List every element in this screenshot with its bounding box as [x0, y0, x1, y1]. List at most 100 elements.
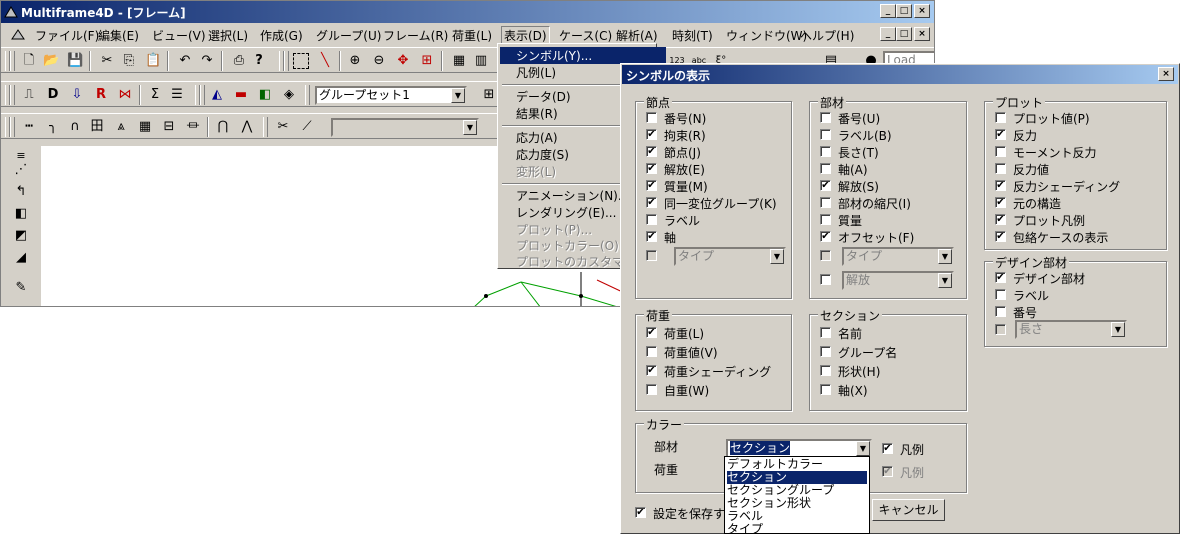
menu-group[interactable]: グループ(U) — [316, 27, 381, 44]
mdi-close-button[interactable]: × — [914, 27, 930, 41]
checkbox-box[interactable] — [995, 289, 1006, 300]
chevron-down-icon[interactable]: ▼ — [451, 88, 465, 103]
checkbox-box[interactable]: ✔ — [646, 163, 657, 174]
view-result-icon[interactable]: R — [93, 87, 109, 103]
paste-icon[interactable]: 📋 — [145, 53, 161, 69]
checkbox-box[interactable]: ✔ — [995, 214, 1006, 225]
menu-item-data[interactable]: データ(D) — [516, 88, 571, 105]
tool-skew-icon[interactable]: ◩ — [13, 228, 29, 244]
group-set-combo[interactable]: グループセット1 ▼ — [315, 86, 467, 105]
list-option-type[interactable]: タイプ — [727, 523, 763, 534]
render-solid-icon[interactable]: ◈ — [281, 87, 297, 103]
toolbar-grip[interactable] — [10, 117, 15, 137]
zoom-out-icon[interactable]: ⊖ — [371, 53, 387, 69]
checkbox-box[interactable] — [646, 346, 657, 357]
undo-icon[interactable]: ↶ — [177, 53, 193, 69]
menu-item-stress[interactable]: 応力(A) — [516, 129, 558, 146]
open-folder-icon[interactable]: 📂 — [43, 53, 59, 69]
draw-beam-icon[interactable]: ⊟ — [161, 119, 177, 135]
select-line-icon[interactable]: ╲ — [317, 53, 333, 69]
mdi-minimize-button[interactable]: _ — [880, 27, 896, 41]
menu-item-stress-level[interactable]: 応力度(S) — [516, 146, 569, 163]
checkbox-box[interactable]: ✔ — [995, 272, 1006, 283]
checkbox-box[interactable]: ✔ — [882, 443, 893, 454]
checkbox-box[interactable] — [646, 214, 657, 225]
checkbox-box[interactable]: ✔ — [646, 231, 657, 242]
menu-item-result[interactable]: 結果(R) — [516, 105, 558, 122]
menu-time[interactable]: 時刻(T) — [672, 27, 713, 44]
chevron-down-icon[interactable]: ▼ — [463, 120, 477, 135]
draw-portal-icon[interactable]: ⋂ — [215, 119, 231, 135]
copy-icon[interactable]: ⎘ — [121, 53, 137, 69]
checkbox-box[interactable]: ✔ — [635, 507, 646, 518]
checkbox-box[interactable] — [820, 112, 831, 123]
frame-grid-icon[interactable]: ▦ — [451, 53, 467, 69]
menu-help[interactable]: ヘルプ(H) — [800, 27, 854, 44]
menu-view[interactable]: ビュー(V) — [152, 27, 206, 44]
draw-arc-icon[interactable]: ∩ — [67, 119, 83, 135]
checkbox-box[interactable] — [820, 274, 831, 285]
draw-curved-icon[interactable]: ╮ — [45, 119, 61, 135]
draw-member-icon[interactable]: ┅ — [21, 119, 37, 135]
tool-mirror-icon[interactable]: ◧ — [13, 206, 29, 222]
draw-roof-icon[interactable]: ⋀ — [239, 119, 255, 135]
checkbox-box[interactable] — [820, 146, 831, 157]
menu-edit[interactable]: 編集(E) — [98, 27, 139, 44]
toolbar-grip[interactable] — [263, 117, 268, 137]
checkbox-box[interactable]: ✔ — [820, 180, 831, 191]
checkbox-box[interactable] — [995, 146, 1006, 157]
toolbar-grip[interactable] — [284, 51, 289, 71]
cut-icon[interactable]: ✂ — [99, 53, 115, 69]
close-button[interactable]: × — [914, 4, 930, 18]
view-load-icon[interactable]: ⇩ — [69, 87, 85, 103]
checkbox-box[interactable] — [820, 197, 831, 208]
checkbox-box[interactable]: ✔ — [646, 327, 657, 338]
pan-icon[interactable]: ✥ — [395, 53, 411, 69]
mdi-doc-icon[interactable] — [11, 29, 25, 41]
checkbox-box[interactable] — [646, 384, 657, 395]
checkbox-box[interactable]: ✔ — [995, 180, 1006, 191]
menu-select[interactable]: 選択(L) — [208, 27, 248, 44]
draw-slab-icon[interactable]: ⏛ — [185, 119, 201, 135]
draw-truss-icon[interactable]: ⩓ — [113, 119, 129, 135]
menu-item-legend[interactable]: 凡例(L) — [516, 64, 556, 81]
checkbox-box[interactable] — [820, 384, 831, 395]
select-rectangle-icon[interactable] — [293, 53, 309, 69]
checkbox-box[interactable] — [820, 346, 831, 357]
tool-plane-icon[interactable]: ◢ — [13, 250, 29, 266]
checkbox-box[interactable]: ✔ — [646, 197, 657, 208]
sum-icon[interactable]: Σ — [147, 87, 163, 103]
chevron-down-icon[interactable]: ▼ — [856, 441, 870, 456]
checkbox-box[interactable] — [820, 365, 831, 376]
draw-type-combo[interactable]: ▼ — [331, 118, 479, 137]
checkbox-box[interactable]: ✔ — [646, 146, 657, 157]
checkbox-box[interactable]: ✔ — [820, 231, 831, 242]
checkbox-box[interactable]: ✔ — [646, 129, 657, 140]
menu-item-symbol[interactable]: シンボル(Y)... — [500, 47, 666, 64]
checkbox-box[interactable]: ✔ — [995, 197, 1006, 208]
save-icon[interactable]: 💾 — [67, 53, 83, 69]
new-file-icon[interactable]: 🗋 — [21, 53, 37, 69]
checkbox-box[interactable] — [995, 112, 1006, 123]
render-member-icon[interactable]: ▬ — [233, 87, 249, 103]
tool-node-icon[interactable]: ⋰ — [13, 162, 29, 178]
report-icon[interactable]: ☰ — [169, 87, 185, 103]
menu-item-animation[interactable]: アニメーション(N)... — [516, 187, 629, 204]
checkbox-box[interactable]: ✔ — [646, 180, 657, 191]
group-grid-icon[interactable]: ⊞ — [481, 87, 497, 103]
checkbox-box[interactable] — [820, 214, 831, 225]
checkbox-box[interactable] — [820, 129, 831, 140]
checkbox-box[interactable] — [820, 163, 831, 174]
menu-load[interactable]: 荷重(L) — [452, 27, 492, 44]
checkbox-box[interactable]: ✔ — [646, 365, 657, 376]
help-icon[interactable]: ? — [251, 53, 267, 69]
menu-case[interactable]: ケース(C) — [559, 27, 612, 44]
checkbox-box[interactable] — [995, 163, 1006, 174]
render-section-icon[interactable]: ◧ — [257, 87, 273, 103]
redo-icon[interactable]: ↷ — [199, 53, 215, 69]
minimize-button[interactable]: _ — [880, 4, 896, 18]
tool-pen-icon[interactable]: ✎ — [13, 280, 29, 296]
mdi-restore-button[interactable]: □ — [896, 27, 912, 41]
draw-frame-icon[interactable]: 田 — [89, 119, 105, 135]
maximize-button[interactable]: □ — [896, 4, 912, 18]
